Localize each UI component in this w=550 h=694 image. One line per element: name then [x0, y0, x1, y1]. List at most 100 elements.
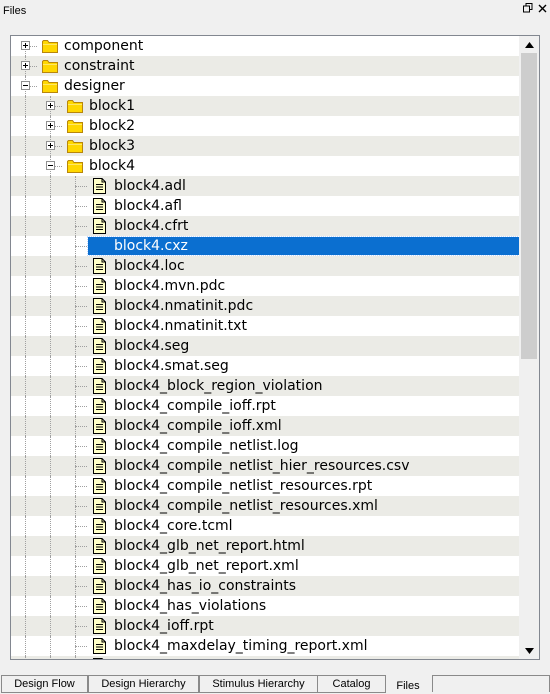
folder-icon: [67, 139, 83, 153]
expand-plus-icon[interactable]: [21, 61, 30, 70]
tree-file-row[interactable]: block4_block_region_violation: [11, 376, 519, 396]
tree-connector-line: [75, 306, 87, 307]
tree-item-label: block4.smat.seg: [114, 358, 229, 374]
tree-item-label: component: [64, 38, 144, 54]
tree-guide-line: [75, 496, 76, 516]
tree-connector-line: [75, 206, 87, 207]
tree-connector-line: [75, 386, 87, 387]
tree-item-label: block4_has_io_constraints: [114, 578, 297, 594]
tree-guide-line: [50, 516, 51, 536]
tree-guide-line: [25, 616, 26, 636]
tree-file-row[interactable]: block4_maxdelay_timing_report.xml: [11, 636, 519, 656]
file-icon: [93, 438, 106, 454]
tree-guide-line: [25, 196, 26, 216]
tree-folder-block2[interactable]: block2: [11, 116, 519, 136]
file-icon: [93, 298, 106, 314]
tree-file-row[interactable]: block4.seg: [11, 336, 519, 356]
folder-icon: [67, 159, 83, 173]
tree-connector-line: [75, 286, 87, 287]
tree-folder-component[interactable]: component: [11, 36, 519, 56]
tree-file-row[interactable]: block4_compile_netlist_resources.rpt: [11, 476, 519, 496]
file-icon: [93, 338, 106, 354]
tree-file-row[interactable]: block4_compile_netlist_hier_resources.cs…: [11, 456, 519, 476]
tree-file-row[interactable]: block4_compile_ioff.rpt: [11, 396, 519, 416]
tree-item-label: block4.cfrt: [114, 218, 189, 234]
tree-folder-block4[interactable]: block4: [11, 156, 519, 176]
tree-folder-block1[interactable]: block1: [11, 96, 519, 116]
file-icon: [93, 458, 106, 474]
tree-file-row[interactable]: block4_ioff.rpt: [11, 616, 519, 636]
tree-file-row[interactable]: block4.loc: [11, 256, 519, 276]
tree-file-row[interactable]: block4.adl: [11, 176, 519, 196]
expand-plus-icon[interactable]: [21, 41, 30, 50]
tree-guide-line: [50, 416, 51, 436]
tree-folder-designer[interactable]: designer: [11, 76, 519, 96]
tree-connector-line: [75, 546, 87, 547]
tree-guide-line: [50, 316, 51, 336]
collapse-minus-icon[interactable]: [21, 81, 30, 90]
tree-folder-block3[interactable]: block3: [11, 136, 519, 156]
scroll-down-icon[interactable]: [519, 642, 539, 659]
tree-guide-line: [25, 476, 26, 496]
tree-guide-line: [25, 96, 26, 116]
tab-catalog[interactable]: Catalog: [317, 675, 386, 693]
tree-guide-line: [50, 616, 51, 636]
tree-file-row[interactable]: block4_compile_netlist.log: [11, 436, 519, 456]
tree-guide-line: [25, 576, 26, 596]
tree-folder-constraint[interactable]: constraint: [11, 56, 519, 76]
tree-guide-line: [25, 216, 26, 236]
tree-guide-line: [75, 656, 76, 659]
tab-stimulus-hierarchy[interactable]: Stimulus Hierarchy: [199, 675, 318, 693]
tree-file-row[interactable]: block4_core.tcml: [11, 516, 519, 536]
tree-file-row[interactable]: block4_compile_netlist_resources.xml: [11, 496, 519, 516]
scrollbar-thumb[interactable]: [521, 53, 537, 359]
tree-file-row[interactable]: block4.cxz: [11, 236, 519, 256]
folder-icon: [42, 59, 58, 73]
tree-guide-line: [25, 396, 26, 416]
tree-file-row[interactable]: block4.smat.seg: [11, 356, 519, 376]
expand-plus-icon[interactable]: [46, 121, 55, 130]
expand-plus-icon[interactable]: [46, 141, 55, 150]
tree-item-label: block4_glb_net_report.xml: [114, 558, 299, 574]
file-icon: [93, 258, 106, 274]
tree-file-row[interactable]: block4_glb_net_report.xml: [11, 556, 519, 576]
tree-file-row[interactable]: block4_compile_ioff.xml: [11, 416, 519, 436]
tree-file-row[interactable]: block4_glb_net_report.html: [11, 536, 519, 556]
tree-file-row[interactable]: block4_has_violations: [11, 596, 519, 616]
tab-files[interactable]: Files: [386, 678, 430, 694]
tree-connector-line: [75, 466, 87, 467]
tree-connector-line: [75, 426, 87, 427]
tree-connector-line: [75, 566, 87, 567]
tree-file-row[interactable]: block4.nmatinit.pdc: [11, 296, 519, 316]
tree-file-row[interactable]: block4.afl: [11, 196, 519, 216]
tab-design-hierarchy[interactable]: Design Hierarchy: [88, 675, 199, 693]
file-icon: [93, 378, 106, 394]
tree-item-label: block4_block_region_violation: [114, 378, 323, 394]
tree-guide-line: [50, 636, 51, 656]
tree-connector-line: [75, 186, 87, 187]
tree-guide-line: [75, 176, 76, 196]
tree-connector-line: [75, 266, 87, 267]
scroll-up-icon[interactable]: [519, 36, 539, 53]
tree-guide-line: [75, 416, 76, 436]
file-icon: [93, 318, 106, 334]
close-icon[interactable]: [536, 3, 548, 17]
tree-guide-line: [25, 176, 26, 196]
folder-icon: [42, 39, 58, 53]
tree-file-row[interactable]: block4.nmatinit.txt: [11, 316, 519, 336]
tree-item-label: block2: [89, 118, 136, 134]
tree-file-row[interactable]: block4.mvn.pdc: [11, 276, 519, 296]
tree-item-label: block4_glb_net_report.html: [114, 538, 305, 554]
restore-icon[interactable]: [522, 3, 534, 17]
tree-connector-line: [75, 646, 87, 647]
expand-plus-icon[interactable]: [46, 101, 55, 110]
tree-item-label: block4.nmatinit.txt: [114, 318, 247, 334]
file-icon: [93, 398, 106, 414]
tree-file-row[interactable]: block4.cfrt: [11, 216, 519, 236]
tree-connector-line: [75, 586, 87, 587]
tab-design-flow[interactable]: Design Flow: [1, 675, 88, 693]
tree-file-row[interactable]: block4_maxdelay_timingviolations.rpt: [11, 656, 519, 659]
collapse-minus-icon[interactable]: [46, 161, 55, 170]
tree-file-row[interactable]: block4_has_io_constraints: [11, 576, 519, 596]
vertical-scrollbar[interactable]: [519, 36, 539, 659]
